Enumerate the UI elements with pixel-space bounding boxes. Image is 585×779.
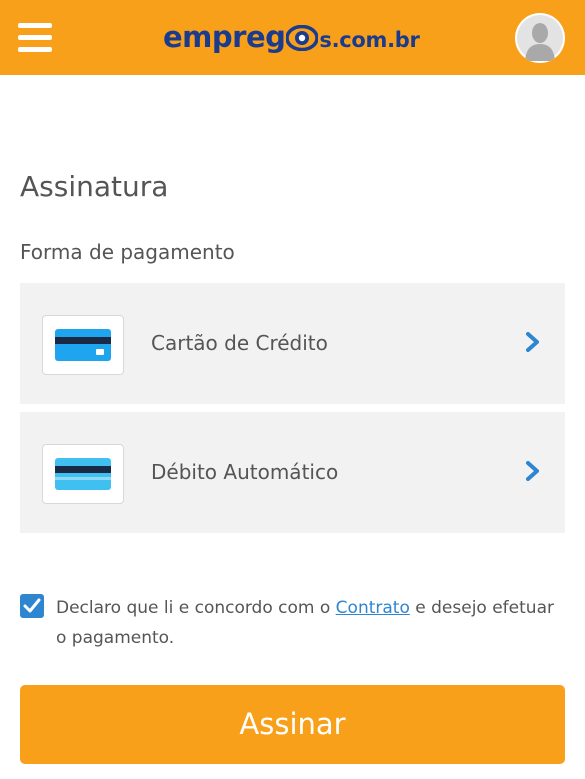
menu-line	[18, 35, 52, 40]
logo-text-part1: empreg	[163, 20, 286, 54]
payment-option-credit-card[interactable]: Cartão de Crédito	[20, 283, 565, 404]
credit-card-icon-box	[42, 315, 124, 375]
payment-option-label: Débito Automático	[151, 460, 339, 484]
user-silhouette-icon	[517, 15, 563, 61]
hamburger-menu-icon[interactable]	[18, 23, 52, 53]
debit-card-icon-box	[42, 444, 124, 504]
menu-line	[18, 23, 52, 28]
agreement-text: Declaro que li e concordo com o Contrato…	[56, 593, 566, 653]
contract-link[interactable]: Contrato	[336, 598, 410, 618]
chevron-right-icon	[526, 332, 539, 352]
site-logo[interactable]: empreg s.com.br	[163, 20, 420, 60]
submit-button[interactable]: Assinar	[20, 685, 565, 764]
credit-card-icon	[55, 329, 111, 361]
agreement-text-before: Declaro que li e concordo com o	[56, 598, 336, 618]
logo-text-part2: s.com.br	[319, 28, 420, 52]
chevron-right-icon	[526, 461, 539, 481]
payment-option-label: Cartão de Crédito	[151, 331, 328, 355]
checkmark-icon	[23, 598, 41, 613]
agreement-checkbox[interactable]	[20, 594, 44, 618]
debit-card-icon	[55, 458, 111, 490]
page-title: Assinatura	[20, 170, 169, 203]
avatar[interactable]	[515, 13, 565, 63]
menu-line	[18, 47, 52, 52]
top-bar: empreg s.com.br	[0, 0, 585, 75]
payment-option-debit[interactable]: Débito Automático	[20, 412, 565, 533]
eye-icon	[285, 24, 320, 52]
payment-method-label: Forma de pagamento	[20, 240, 235, 264]
